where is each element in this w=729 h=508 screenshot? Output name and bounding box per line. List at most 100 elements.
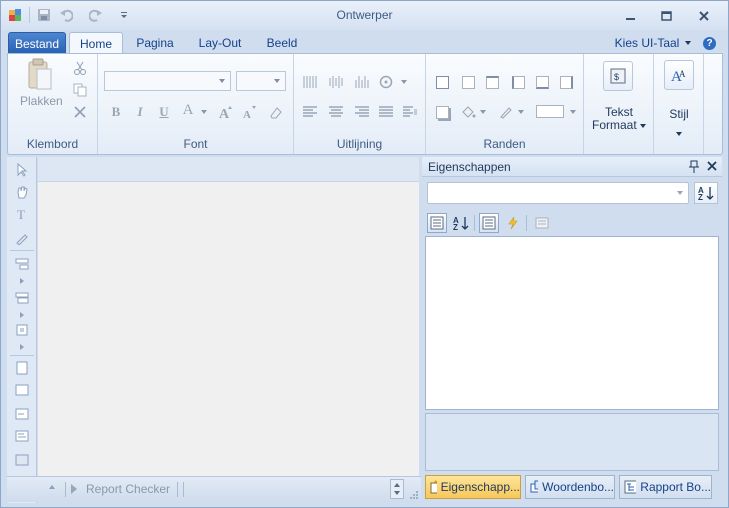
play-icon[interactable] [71,484,77,494]
separator [65,482,66,497]
categorized-icon[interactable] [427,213,447,233]
align-middle-icon[interactable] [328,74,344,90]
restore-icon[interactable] [655,7,679,25]
panel-icon[interactable] [14,453,30,467]
expand-arrow-icon[interactable] [20,278,24,284]
sort-az-button[interactable]: AZ [694,182,718,204]
chevron-down-icon[interactable] [685,41,691,45]
align-bottom-icon[interactable] [354,74,370,90]
italic-button[interactable]: I [132,104,148,120]
tab-layout[interactable]: Lay-Out [192,32,248,54]
paste-button[interactable]: Plakken [20,94,63,108]
events-lightning-icon[interactable] [503,213,523,233]
text-tool-icon[interactable]: T [14,207,30,221]
text-format-icon[interactable]: $ [603,61,633,91]
tab-file[interactable]: Bestand [8,32,66,54]
property-description [425,413,719,471]
close-icon[interactable] [706,160,718,174]
brush-icon[interactable] [14,231,30,245]
tab-report-tree[interactable]: Rapport Bo... [619,475,712,499]
border-none-icon[interactable] [462,76,475,89]
copy-icon[interactable] [72,82,88,98]
tab-dictionary[interactable]: Woordenbo... [525,475,615,499]
expand-arrow-icon[interactable] [20,344,24,350]
properties-view-icon[interactable] [479,213,499,233]
property-pages-icon[interactable] [532,213,552,233]
properties-panel: Eigenschappen AZ AZ Eigenschapp... Woord… [422,157,722,503]
alphabetical-icon[interactable]: AZ [451,213,471,233]
shrink-font-icon[interactable]: A [242,104,258,120]
text-box-icon[interactable] [14,407,30,421]
tab-label: Woordenbo... [542,480,614,494]
page-tabs-strip [38,157,419,182]
report-checker-button[interactable]: Report Checker [86,482,170,496]
shadow-icon[interactable] [436,106,449,119]
align-center-icon[interactable] [328,104,344,120]
expand-arrow-icon[interactable] [20,312,24,318]
font-name-combo[interactable] [104,71,231,91]
component-icon[interactable] [14,323,30,337]
text-format-button[interactable]: Tekst Formaat [584,106,654,132]
bold-button[interactable]: B [108,104,124,120]
pan-hand-icon[interactable] [14,185,30,199]
font-size-combo[interactable] [236,71,286,91]
fill-color-icon[interactable] [460,104,476,120]
design-canvas[interactable] [38,157,419,476]
cross-band-icon[interactable] [14,291,30,305]
chevron-down-icon[interactable] [518,110,524,114]
group-label-clipboard: Klembord [26,137,79,151]
border-style-icon[interactable] [536,105,564,118]
grow-font-icon[interactable]: A [218,104,234,120]
rich-text-icon[interactable] [14,429,30,443]
font-color-button[interactable]: A [180,102,196,118]
table-icon[interactable] [14,383,30,397]
group-style: AA Stijl [654,54,704,154]
properties-title: Eigenschappen [428,160,511,174]
word-wrap-icon[interactable] [402,104,418,120]
border-bottom-icon[interactable] [536,76,549,89]
minimize-icon[interactable] [619,7,643,25]
tab-home[interactable]: Home [69,32,123,54]
help-icon[interactable]: ? [703,37,716,50]
border-color-icon[interactable] [498,104,514,120]
chevron-down-icon[interactable] [201,110,207,114]
ribbon-tab-bar: Bestand Home Pagina Lay-Out Beeld Kies U… [1,30,728,54]
chevron-down-icon[interactable] [570,110,576,114]
scroll-button[interactable] [390,479,404,499]
toolbox: T [7,157,37,503]
property-grid[interactable] [425,236,719,410]
delete-icon[interactable] [72,104,88,120]
align-right-icon[interactable] [354,104,370,120]
tab-properties[interactable]: Eigenschapp... [425,475,521,499]
border-top-icon[interactable] [486,76,499,89]
chevron-down-icon[interactable] [480,110,486,114]
chevron-down-icon[interactable] [676,132,682,136]
style-icon[interactable]: AA [664,60,694,90]
band-icon[interactable] [14,257,30,271]
tab-page[interactable]: Pagina [129,32,181,54]
border-right-icon[interactable] [560,76,573,89]
clear-format-icon[interactable] [268,104,284,120]
border-left-icon[interactable] [512,76,525,89]
ui-language-menu[interactable]: Kies UI-Taal [611,32,683,54]
underline-button[interactable]: U [156,104,172,120]
align-justify-icon[interactable] [378,104,394,120]
rotate-text-icon[interactable] [378,74,394,90]
cut-icon[interactable] [72,60,88,76]
svg-text:T: T [17,207,25,221]
object-selector-combo[interactable] [427,182,689,204]
style-button[interactable]: Stijl [654,107,704,121]
chevron-up-icon[interactable] [49,485,55,489]
pin-icon[interactable] [688,160,700,174]
resize-grip-icon[interactable] [409,489,419,499]
page-icon[interactable] [14,361,30,375]
align-left-icon[interactable] [302,104,318,120]
paste-icon[interactable] [22,58,58,92]
select-pointer-icon[interactable] [14,163,30,177]
tab-view[interactable]: Beeld [259,32,305,54]
close-icon[interactable] [692,7,716,25]
align-top-icon[interactable] [302,74,318,90]
chevron-down-icon[interactable] [401,80,407,84]
border-all-icon[interactable] [436,76,449,89]
group-label-font: Font [183,137,208,151]
